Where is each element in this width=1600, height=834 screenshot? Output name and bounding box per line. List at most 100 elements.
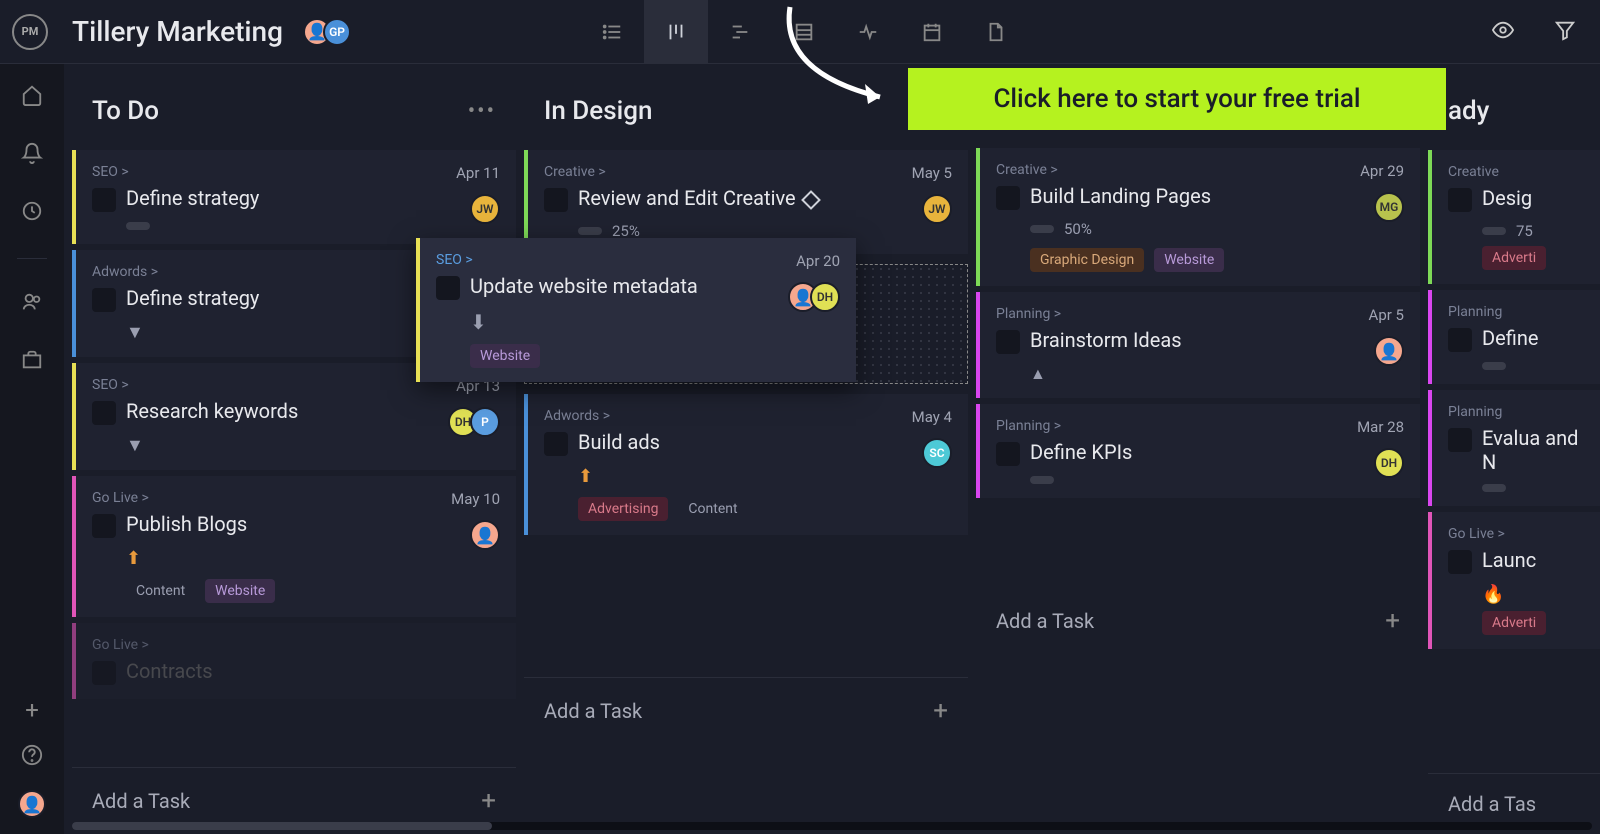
card-title: Evalua and N [1482,426,1592,474]
tag[interactable]: Content [678,497,747,521]
dragging-task-card[interactable]: SEO > Update website metadata Apr 20 👤DH… [416,238,856,382]
task-checkbox[interactable] [92,288,116,312]
add-task-button[interactable]: Add a Task + [976,588,1420,654]
chevron-up-icon: ▲ [1030,364,1046,384]
plus-icon: + [933,696,948,726]
notifications-icon[interactable] [21,142,43,168]
files-view-button[interactable] [964,0,1028,64]
task-card[interactable]: Planning > Brainstorm Ideas Apr 5 👤 ▲ [976,292,1420,398]
card-breadcrumb: Go Live > [92,490,500,506]
card-breadcrumb: Creative [1448,164,1592,180]
milestone-icon [801,190,821,210]
card-title: Research keywords [126,399,298,423]
add-icon[interactable]: + [25,696,39,724]
app-logo[interactable]: PM [12,14,48,50]
card-date: Apr 29 [1360,162,1404,180]
tag[interactable]: Advertising [578,497,668,521]
task-card[interactable]: Creative > Build Landing Pages Apr 29 MG… [976,148,1420,286]
activity-view-button[interactable] [836,0,900,64]
card-title: Define strategy [126,286,259,310]
portfolio-icon[interactable] [21,349,43,375]
tag[interactable]: Website [470,344,540,368]
card-breadcrumb: Planning > [996,306,1404,322]
progress-indicator [1482,227,1506,235]
chevron-down-icon: ▼ [126,322,144,343]
column-title: ady [1448,96,1489,126]
board-view-button[interactable] [644,0,708,64]
task-checkbox[interactable] [1448,188,1472,212]
visibility-button[interactable] [1492,19,1514,45]
task-card[interactable]: SEO > Define strategy Apr 11 JW [72,150,516,244]
task-checkbox[interactable] [544,188,568,212]
task-checkbox[interactable] [436,276,460,300]
card-date: Apr 11 [456,164,500,182]
arrow-down-icon: ⬇ [470,310,487,334]
task-card[interactable]: Planning Evalua and N [1428,390,1600,506]
task-card[interactable]: Planning Define [1428,290,1600,384]
task-card[interactable]: Creative Desig 75 Adverti [1428,150,1600,284]
task-checkbox[interactable] [544,432,568,456]
assignee-avatar[interactable]: 👤 [1374,336,1404,366]
task-card[interactable]: Go Live > Launc 🔥 Adverti [1428,512,1600,649]
list-view-button[interactable] [580,0,644,64]
add-task-label: Add a Task [92,789,190,813]
sheet-view-button[interactable] [772,0,836,64]
column-in-design: In Design ••• Creative > Review and Edit… [524,80,968,834]
tag[interactable]: Graphic Design [1030,248,1144,272]
gantt-view-button[interactable] [708,0,772,64]
column-menu-button[interactable]: ••• [468,99,496,124]
horizontal-scrollbar[interactable] [72,822,1592,830]
assignee-avatar[interactable]: JW [922,194,952,224]
recent-icon[interactable] [21,200,43,226]
avatar[interactable]: GP [323,18,351,46]
task-card[interactable]: Go Live > Publish Blogs May 10 👤 ⬆ Conte… [72,476,516,617]
task-checkbox[interactable] [92,401,116,425]
assignee-avatar[interactable]: MG [1374,192,1404,222]
progress-indicator [1482,362,1506,370]
tag[interactable]: Adverti [1482,246,1546,270]
task-checkbox[interactable] [92,188,116,212]
column-title: In Design [544,96,652,126]
tag[interactable]: Website [205,579,275,603]
task-checkbox[interactable] [1448,428,1472,452]
add-task-button[interactable]: Add a Task + [524,677,968,744]
task-card[interactable]: Adwords > Build ads May 4 SC ⬆ Advertisi… [524,394,968,535]
assignee-avatar[interactable]: SC [922,438,952,468]
team-icon[interactable] [21,291,43,317]
tag[interactable]: Adverti [1482,611,1546,635]
filter-button[interactable] [1554,19,1576,45]
task-checkbox[interactable] [1448,550,1472,574]
task-card[interactable]: Go Live > Contracts [72,623,516,699]
task-checkbox[interactable] [996,442,1020,466]
card-breadcrumb: Planning [1448,404,1592,420]
card-title: Publish Blogs [126,512,247,536]
assignee-avatar[interactable]: DH [1374,448,1404,478]
add-task-label: Add a Tas [1448,792,1536,816]
task-checkbox[interactable] [1448,328,1472,352]
help-icon[interactable] [21,744,43,770]
cta-banner[interactable]: Click here to start your free trial [908,68,1446,130]
assignee-avatar[interactable]: DH [810,282,840,312]
tag[interactable]: Website [1154,248,1224,272]
task-checkbox[interactable] [996,330,1020,354]
fire-icon: 🔥 [1482,584,1504,605]
assignee-avatar[interactable]: JW [470,194,500,224]
home-icon[interactable] [21,84,43,110]
card-breadcrumb: SEO > [436,252,840,268]
assignee-avatar[interactable]: 👤 [470,520,500,550]
user-avatar[interactable]: 👤 [18,790,46,818]
project-title: Tillery Marketing [72,15,283,48]
assignee-avatar[interactable]: P [470,407,500,437]
task-checkbox[interactable] [996,186,1020,210]
progress-indicator [1030,225,1054,233]
card-breadcrumb: Creative > [996,162,1404,178]
project-members[interactable]: 👤 GP [303,18,351,46]
calendar-view-button[interactable] [900,0,964,64]
task-checkbox[interactable] [92,661,116,685]
task-card[interactable]: Planning > Define KPIs Mar 28 DH [976,404,1420,498]
card-breadcrumb: Planning > [996,418,1404,434]
task-checkbox[interactable] [92,514,116,538]
tag[interactable]: Content [126,579,195,603]
card-breadcrumb: Go Live > [1448,526,1592,542]
card-title: Brainstorm Ideas [1030,328,1182,352]
